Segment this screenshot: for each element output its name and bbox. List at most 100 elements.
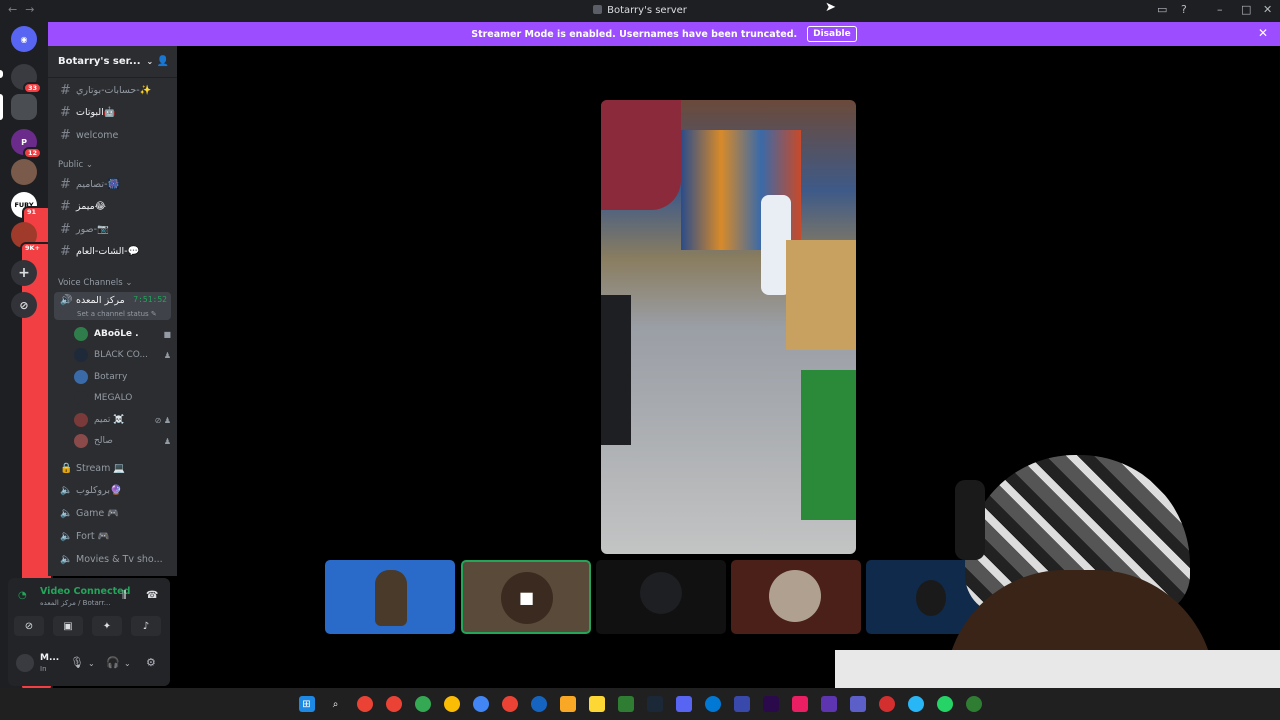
banner-close-icon[interactable]: ✕ [1258, 26, 1268, 40]
discord-home-icon[interactable]: ◉ [11, 26, 37, 52]
voice-channel[interactable]: 🔈 Movies & Tv sho... [54, 549, 171, 569]
chrome-icon[interactable] [356, 696, 373, 712]
chrome-icon[interactable] [443, 696, 460, 712]
avatar [74, 413, 88, 427]
teams-icon[interactable] [849, 696, 866, 712]
app-icon[interactable] [588, 696, 605, 712]
chrome-icon[interactable] [385, 696, 402, 712]
file-explorer-icon[interactable] [559, 696, 576, 712]
chrome-icon[interactable] [414, 696, 431, 712]
discord-icon[interactable] [675, 696, 692, 712]
voice-user[interactable]: Botarry [74, 367, 171, 387]
avatar [74, 391, 88, 405]
inbox-icon[interactable]: ▭ [1157, 3, 1167, 16]
speaker-icon: 🔈 [60, 530, 73, 542]
app-icon[interactable] [820, 696, 837, 712]
telegram-icon[interactable] [907, 696, 924, 712]
streamer-mode-banner: Streamer Mode is enabled. Usernames have… [48, 22, 1280, 46]
app-icon[interactable] [530, 696, 547, 712]
unread-pill [0, 70, 3, 78]
app-icon[interactable] [791, 696, 808, 712]
app-icon[interactable] [965, 696, 982, 712]
voice-user[interactable]: ABoöLe . ■ [74, 324, 171, 344]
voice-user[interactable]: صالح ♟ [74, 431, 171, 451]
settings-icon[interactable]: ⚙ [146, 656, 156, 669]
steam-icon[interactable] [646, 696, 663, 712]
hash-icon: # [60, 243, 71, 259]
premiere-icon[interactable] [762, 696, 779, 712]
headphones [955, 480, 985, 560]
chevron-down-icon[interactable]: ⌄ [124, 659, 131, 668]
server-icon-1[interactable]: 33 [11, 64, 42, 94]
maximize-button[interactable]: □ [1241, 3, 1251, 16]
help-icon[interactable]: ? [1181, 3, 1187, 16]
screen-share-button[interactable]: ▣ [53, 616, 83, 636]
voice-user[interactable]: BLACK CO... ♟ [74, 345, 171, 365]
avatar [640, 572, 682, 614]
category-public[interactable]: Public ⌄ [58, 160, 93, 170]
channel-item[interactable]: # صور-📷 [54, 219, 171, 239]
voice-user[interactable]: MEGALO [74, 388, 171, 408]
server-icon-2[interactable] [11, 94, 37, 120]
noise-suppression-icon[interactable]: ⫼ [122, 590, 127, 601]
voice-user[interactable]: تميم ☠️ ⊘ ♟ [74, 410, 171, 430]
soundboard-button[interactable]: ♪ [131, 616, 161, 636]
channel-item[interactable]: # الشات-العام-💬 [54, 241, 171, 261]
add-server-icon[interactable]: + [11, 260, 37, 286]
headphones-icon[interactable]: 🎧 [106, 656, 120, 669]
server-icon-3[interactable]: P 12 [11, 129, 42, 159]
windows-start-icon[interactable]: ⊞ [298, 696, 315, 712]
channel-sidebar: Botarry's ser... ⌄ 👤 # حسابات-بوتاري-✨ # ا… [48, 46, 177, 576]
hash-icon: # [60, 221, 71, 237]
snack-box [786, 240, 856, 350]
disconnect-icon[interactable]: ☎ [146, 590, 158, 601]
disable-button[interactable]: Disable [807, 26, 857, 42]
chrome-icon[interactable] [501, 696, 518, 712]
avatar [74, 370, 88, 384]
excel-icon[interactable] [617, 696, 634, 712]
close-window-button[interactable]: ✕ [1263, 3, 1272, 16]
edge-icon[interactable] [704, 696, 721, 712]
person-arm [601, 100, 681, 210]
camera-off-button[interactable]: ⊘ [14, 616, 44, 636]
user-status: In [40, 665, 47, 673]
add-member-icon[interactable]: 👤 [157, 56, 169, 67]
avatar [375, 570, 407, 626]
explore-icon[interactable]: ⊘ [11, 292, 37, 318]
voice-channel[interactable]: 🔒 Stream 💻 [54, 458, 171, 478]
channel-item[interactable]: # ميمز😂 [54, 196, 171, 216]
voice-channel[interactable]: 🔈 بروكلوب🔮 [54, 480, 171, 500]
stream-video[interactable] [601, 100, 856, 554]
chevron-down-icon[interactable]: ⌄ [88, 659, 95, 668]
avatar[interactable] [16, 654, 34, 672]
server-icon [593, 5, 603, 14]
server-header[interactable]: Botarry's ser... ⌄ 👤 [48, 46, 177, 78]
channel-item[interactable]: # تصاميم-🎆 [54, 174, 171, 194]
activities-button[interactable]: ✦ [92, 616, 122, 636]
channel-item[interactable]: # البوتات🤖 [54, 102, 171, 122]
app-icon[interactable] [733, 696, 750, 712]
channel-status-hint[interactable]: Set a channel status ✎ [77, 310, 157, 318]
participant-tile-speaking[interactable]: ■ [461, 560, 591, 634]
hash-icon: # [60, 127, 71, 143]
app-icon[interactable] [878, 696, 895, 712]
category-voice[interactable]: Voice Channels ⌄ [58, 278, 132, 288]
minimize-button[interactable]: – [1217, 3, 1223, 16]
whatsapp-icon[interactable] [936, 696, 953, 712]
muted-icon: ⊘ ♟ [154, 415, 171, 425]
channel-item[interactable]: # حسابات-بوتاري-✨ [54, 80, 171, 100]
connection-status[interactable]: Video Connected [40, 586, 130, 597]
search-icon[interactable]: ⌕ [328, 696, 344, 712]
participant-tile[interactable] [596, 560, 726, 634]
microphone-icon[interactable]: 🎙 [70, 656, 84, 669]
channel-item[interactable]: # welcome [54, 125, 171, 145]
participant-tile[interactable] [325, 560, 455, 634]
chrome-icon[interactable] [472, 696, 489, 712]
voice-channel[interactable]: 🔈 Fort 🎮 [54, 526, 171, 546]
lock-icon: 🔒 [60, 462, 73, 474]
username: M... [40, 653, 60, 663]
voice-channel[interactable]: 🔈 Game 🎮 [54, 503, 171, 523]
stream-icon: ♟ [163, 436, 171, 446]
window-title: Botarry's server [0, 5, 1280, 16]
server-icon-4[interactable] [11, 159, 37, 185]
